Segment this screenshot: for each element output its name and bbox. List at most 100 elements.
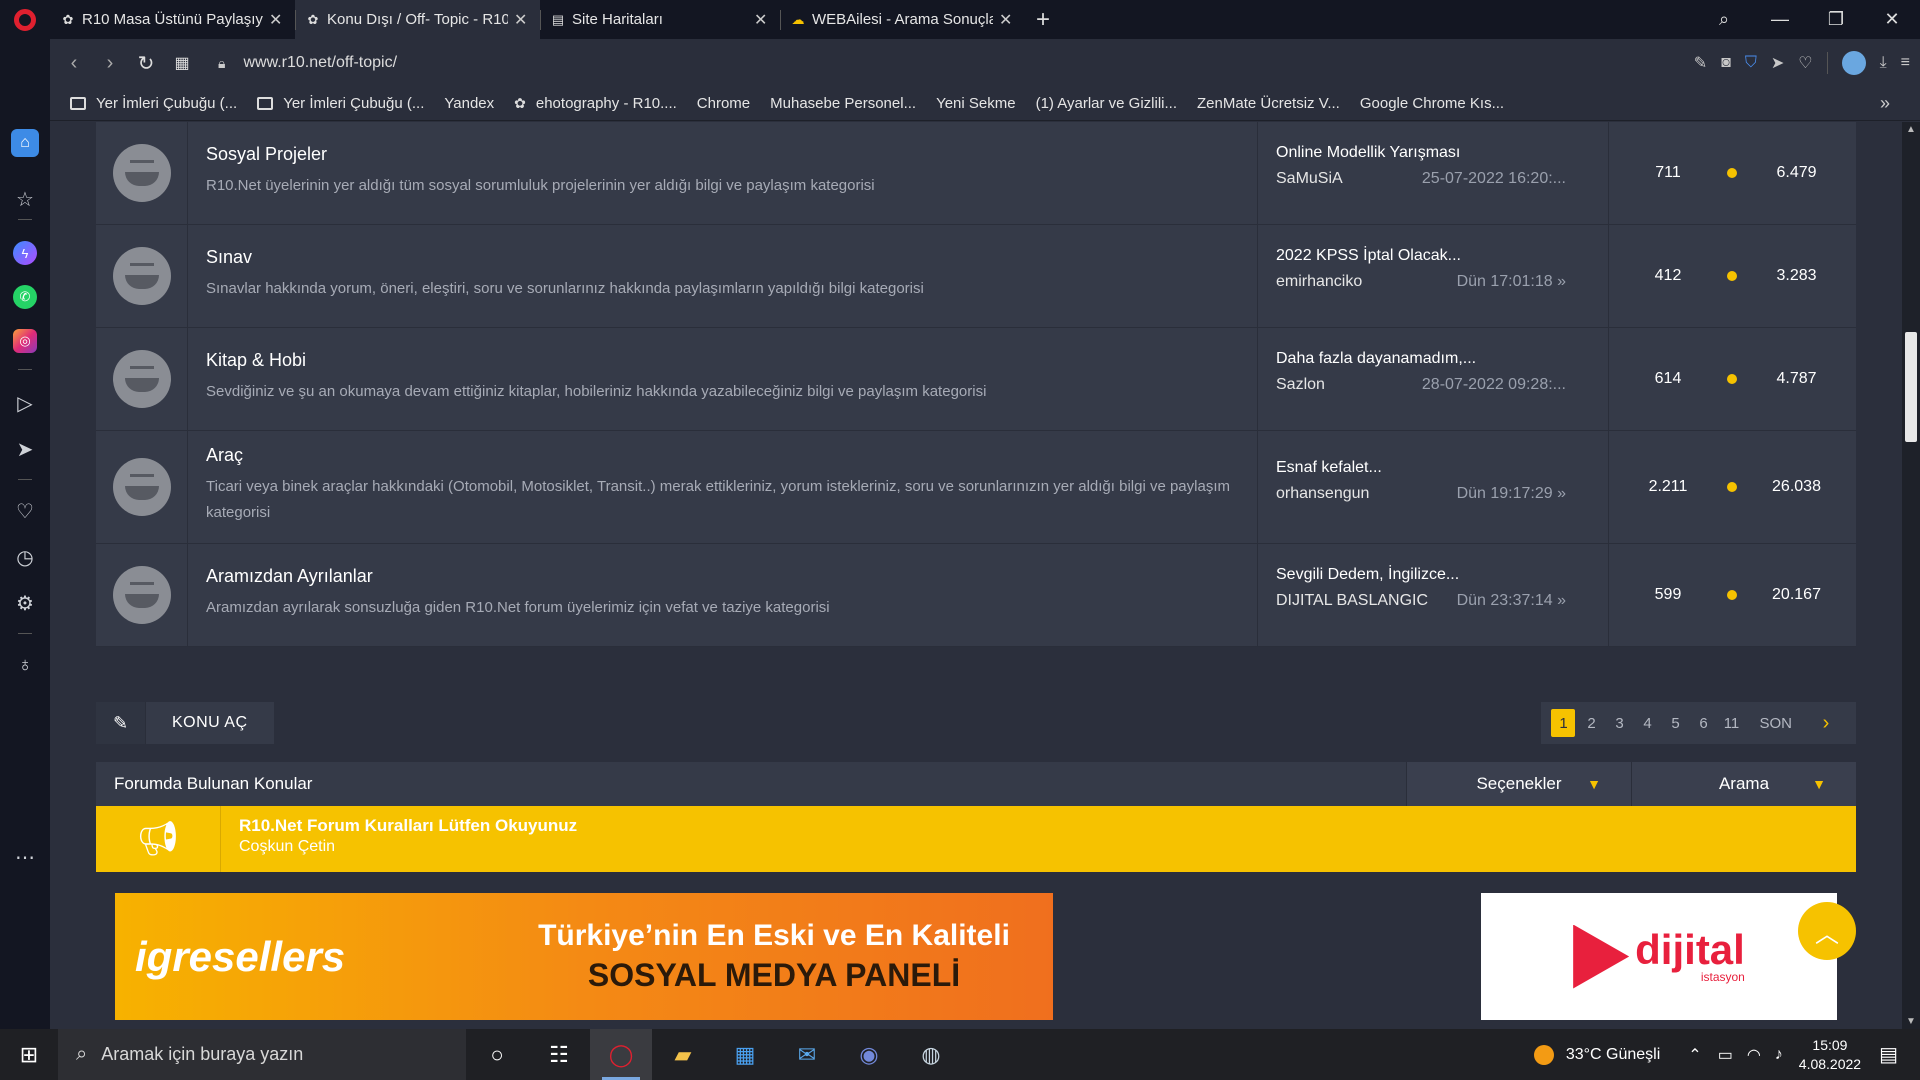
search-dropdown[interactable]: Arama ▼: [1631, 762, 1856, 806]
forward-icon[interactable]: ›: [92, 45, 128, 81]
opera-menu-icon[interactable]: [0, 0, 50, 39]
flow-send-icon[interactable]: ➤: [0, 431, 50, 467]
last-post-user[interactable]: SaMuSiA: [1276, 170, 1343, 187]
edit-icon[interactable]: ✎: [1694, 53, 1707, 73]
chevron-up-icon[interactable]: ⌃: [1688, 1045, 1701, 1065]
sidebar-whatsapp[interactable]: ✆: [0, 279, 50, 315]
back-icon[interactable]: ‹: [56, 45, 92, 81]
vpn-shield-icon[interactable]: ⛉: [1745, 54, 1757, 72]
taskbar-steam[interactable]: ◍: [900, 1029, 962, 1080]
last-page-link[interactable]: SON: [1753, 709, 1798, 737]
page-link[interactable]: 5: [1663, 709, 1687, 737]
tab-grid-icon[interactable]: ▦: [164, 45, 200, 81]
heart-icon[interactable]: ♡: [1798, 53, 1812, 73]
sticky-title[interactable]: R10.Net Forum Kuralları Lütfen Okuyunuz: [239, 816, 577, 836]
clock[interactable]: 15:09 4.08.2022: [1799, 1036, 1861, 1074]
bookmark-item[interactable]: Yer İmleri Çubuğu (...: [257, 95, 424, 112]
last-post-date[interactable]: Dün 23:37:14 »: [1457, 592, 1566, 610]
page-link[interactable]: 11: [1719, 709, 1743, 737]
sidebar-instagram[interactable]: ◎: [0, 323, 50, 359]
scroll-up-icon[interactable]: ▲: [1906, 124, 1916, 135]
wifi-icon[interactable]: ◠: [1747, 1045, 1761, 1065]
page-link[interactable]: 2: [1579, 709, 1603, 737]
tab-webailesi[interactable]: ☁ WEBAilesi - Arama Sonuçla ✕: [780, 0, 1025, 39]
page-link[interactable]: 1: [1551, 709, 1576, 737]
volume-icon[interactable]: ♪: [1775, 1046, 1783, 1064]
weather-text[interactable]: 33°C Güneşli: [1566, 1046, 1660, 1064]
more-icon[interactable]: ⋯: [0, 839, 50, 875]
bookmark-item[interactable]: Yeni Sekme: [100, 95, 1016, 225]
last-post-title[interactable]: Online Modellik Yarışması: [1276, 144, 1590, 162]
easy-setup-icon[interactable]: ≡: [1901, 54, 1910, 72]
bookmarks-more-icon[interactable]: »: [1880, 93, 1890, 114]
tab-off-topic[interactable]: ✿ Konu Dışı / Off- Topic - R10 ✕: [295, 0, 540, 39]
last-post-title[interactable]: Esnaf kefalet...: [1276, 459, 1590, 477]
forum-title[interactable]: Araç: [206, 445, 1239, 466]
restore-icon[interactable]: ❐: [1808, 9, 1864, 30]
download-icon[interactable]: ⤓: [1880, 54, 1887, 72]
close-icon[interactable]: ✕: [754, 10, 770, 30]
dijital-istasyon-ad-banner[interactable]: dijital istasyon: [1481, 893, 1837, 1020]
history-clock-icon[interactable]: ◷: [0, 539, 50, 575]
notifications-icon[interactable]: ▤: [1879, 1042, 1898, 1067]
new-topic-button[interactable]: ✎ KONU AÇ: [96, 702, 274, 744]
scrollbar-thumb[interactable]: [1905, 332, 1917, 442]
bookmark-item[interactable]: ✿ ehotography - R10....: [514, 95, 677, 112]
taskbar-search[interactable]: ⌕ Aramak için buraya yazın: [58, 1029, 466, 1080]
bookmark-item[interactable]: (1) Ayarlar ve Gizlili...: [100, 95, 1177, 225]
scroll-down-icon[interactable]: ▼: [1906, 1016, 1916, 1027]
last-post-title[interactable]: Daha fazla dayanamadım,...: [1276, 350, 1590, 368]
avatar[interactable]: [1841, 51, 1866, 75]
camera-icon[interactable]: ◙: [1721, 54, 1731, 72]
taskbar-mail[interactable]: ✉: [776, 1029, 838, 1080]
last-post-user[interactable]: orhansengun: [1276, 485, 1369, 502]
page-link[interactable]: 6: [1691, 709, 1715, 737]
forum-title[interactable]: Kitap & Hobi: [206, 350, 1239, 371]
bookmark-item[interactable]: Muhasebe Personel...: [100, 95, 916, 225]
sticky-author[interactable]: Coşkun Çetin: [239, 838, 577, 856]
close-icon[interactable]: ✕: [269, 10, 285, 30]
forum-title[interactable]: Sosyal Projeler: [206, 144, 1239, 165]
bookmark-item[interactable]: Yandex: [100, 95, 494, 225]
taskbar-file-explorer[interactable]: ▰: [652, 1029, 714, 1080]
close-icon[interactable]: ✕: [514, 10, 530, 30]
scroll-to-top-button[interactable]: ︿: [1798, 902, 1856, 960]
page-link[interactable]: 4: [1635, 709, 1659, 737]
options-dropdown[interactable]: Seçenekler ▼: [1406, 762, 1631, 806]
battery-icon[interactable]: ▭: [1718, 1045, 1733, 1065]
taskbar-widgets-icon[interactable]: ☷: [528, 1029, 590, 1080]
tab-site-haritalari[interactable]: ▤ Site Haritaları ✕: [540, 0, 780, 39]
last-post-user[interactable]: DIJITAL BASLANGIC: [1276, 592, 1428, 609]
taskbar-opera[interactable]: ◯: [590, 1029, 652, 1080]
last-post-date[interactable]: Dün 19:17:29 »: [1457, 485, 1566, 503]
settings-gear-icon[interactable]: ⚙: [0, 585, 50, 621]
bookmark-item[interactable]: Chrome: [100, 95, 750, 225]
reload-icon[interactable]: ↻: [128, 45, 164, 81]
player-icon[interactable]: ▷: [0, 385, 50, 421]
bookmark-item[interactable]: Google Chrome Kıs...: [100, 95, 1504, 225]
close-window-icon[interactable]: ✕: [1864, 9, 1920, 30]
last-post-user[interactable]: Sazlon: [1276, 376, 1325, 393]
last-post-title[interactable]: 2022 KPSS İptal Olacak...: [1276, 247, 1590, 265]
last-post-user[interactable]: emirhanciko: [1276, 273, 1362, 290]
windows-start-icon[interactable]: ⊞: [0, 1029, 58, 1080]
new-tab-button[interactable]: +: [1025, 0, 1061, 39]
forum-title[interactable]: Sınav: [206, 247, 1239, 268]
page-link[interactable]: 3: [1607, 709, 1631, 737]
heart-icon[interactable]: ♡: [0, 493, 50, 529]
task-view-icon[interactable]: ○: [466, 1029, 528, 1080]
last-post-date[interactable]: Dün 17:01:18 »: [1457, 273, 1566, 291]
minimize-icon[interactable]: —: [1752, 9, 1808, 30]
sticky-announcement[interactable]: 📢︎ R10.Net Forum Kuralları Lütfen Okuyun…: [96, 806, 1856, 872]
send-icon[interactable]: ➤: [1771, 53, 1784, 73]
tab-r10-masa[interactable]: ✿ R10 Masa Üstünü Paylaşıyo ✕: [50, 0, 295, 39]
taskbar-store[interactable]: ▦: [714, 1029, 776, 1080]
lock-icon[interactable]: 🔒︎: [218, 55, 225, 72]
tips-bulb-icon[interactable]: ♁: [0, 647, 50, 683]
bookmarks-star-icon[interactable]: ☆: [0, 181, 50, 217]
igresellers-ad-banner[interactable]: igresellers Türkiye’nin En Eski ve En Ka…: [115, 893, 1053, 1020]
close-icon[interactable]: ✕: [999, 10, 1015, 30]
bookmark-item[interactable]: ZenMate Ücretsiz V...: [100, 95, 1340, 225]
page-scrollbar[interactable]: ▲ ▼: [1902, 122, 1920, 1029]
sidebar-home[interactable]: ⌂: [0, 125, 50, 161]
